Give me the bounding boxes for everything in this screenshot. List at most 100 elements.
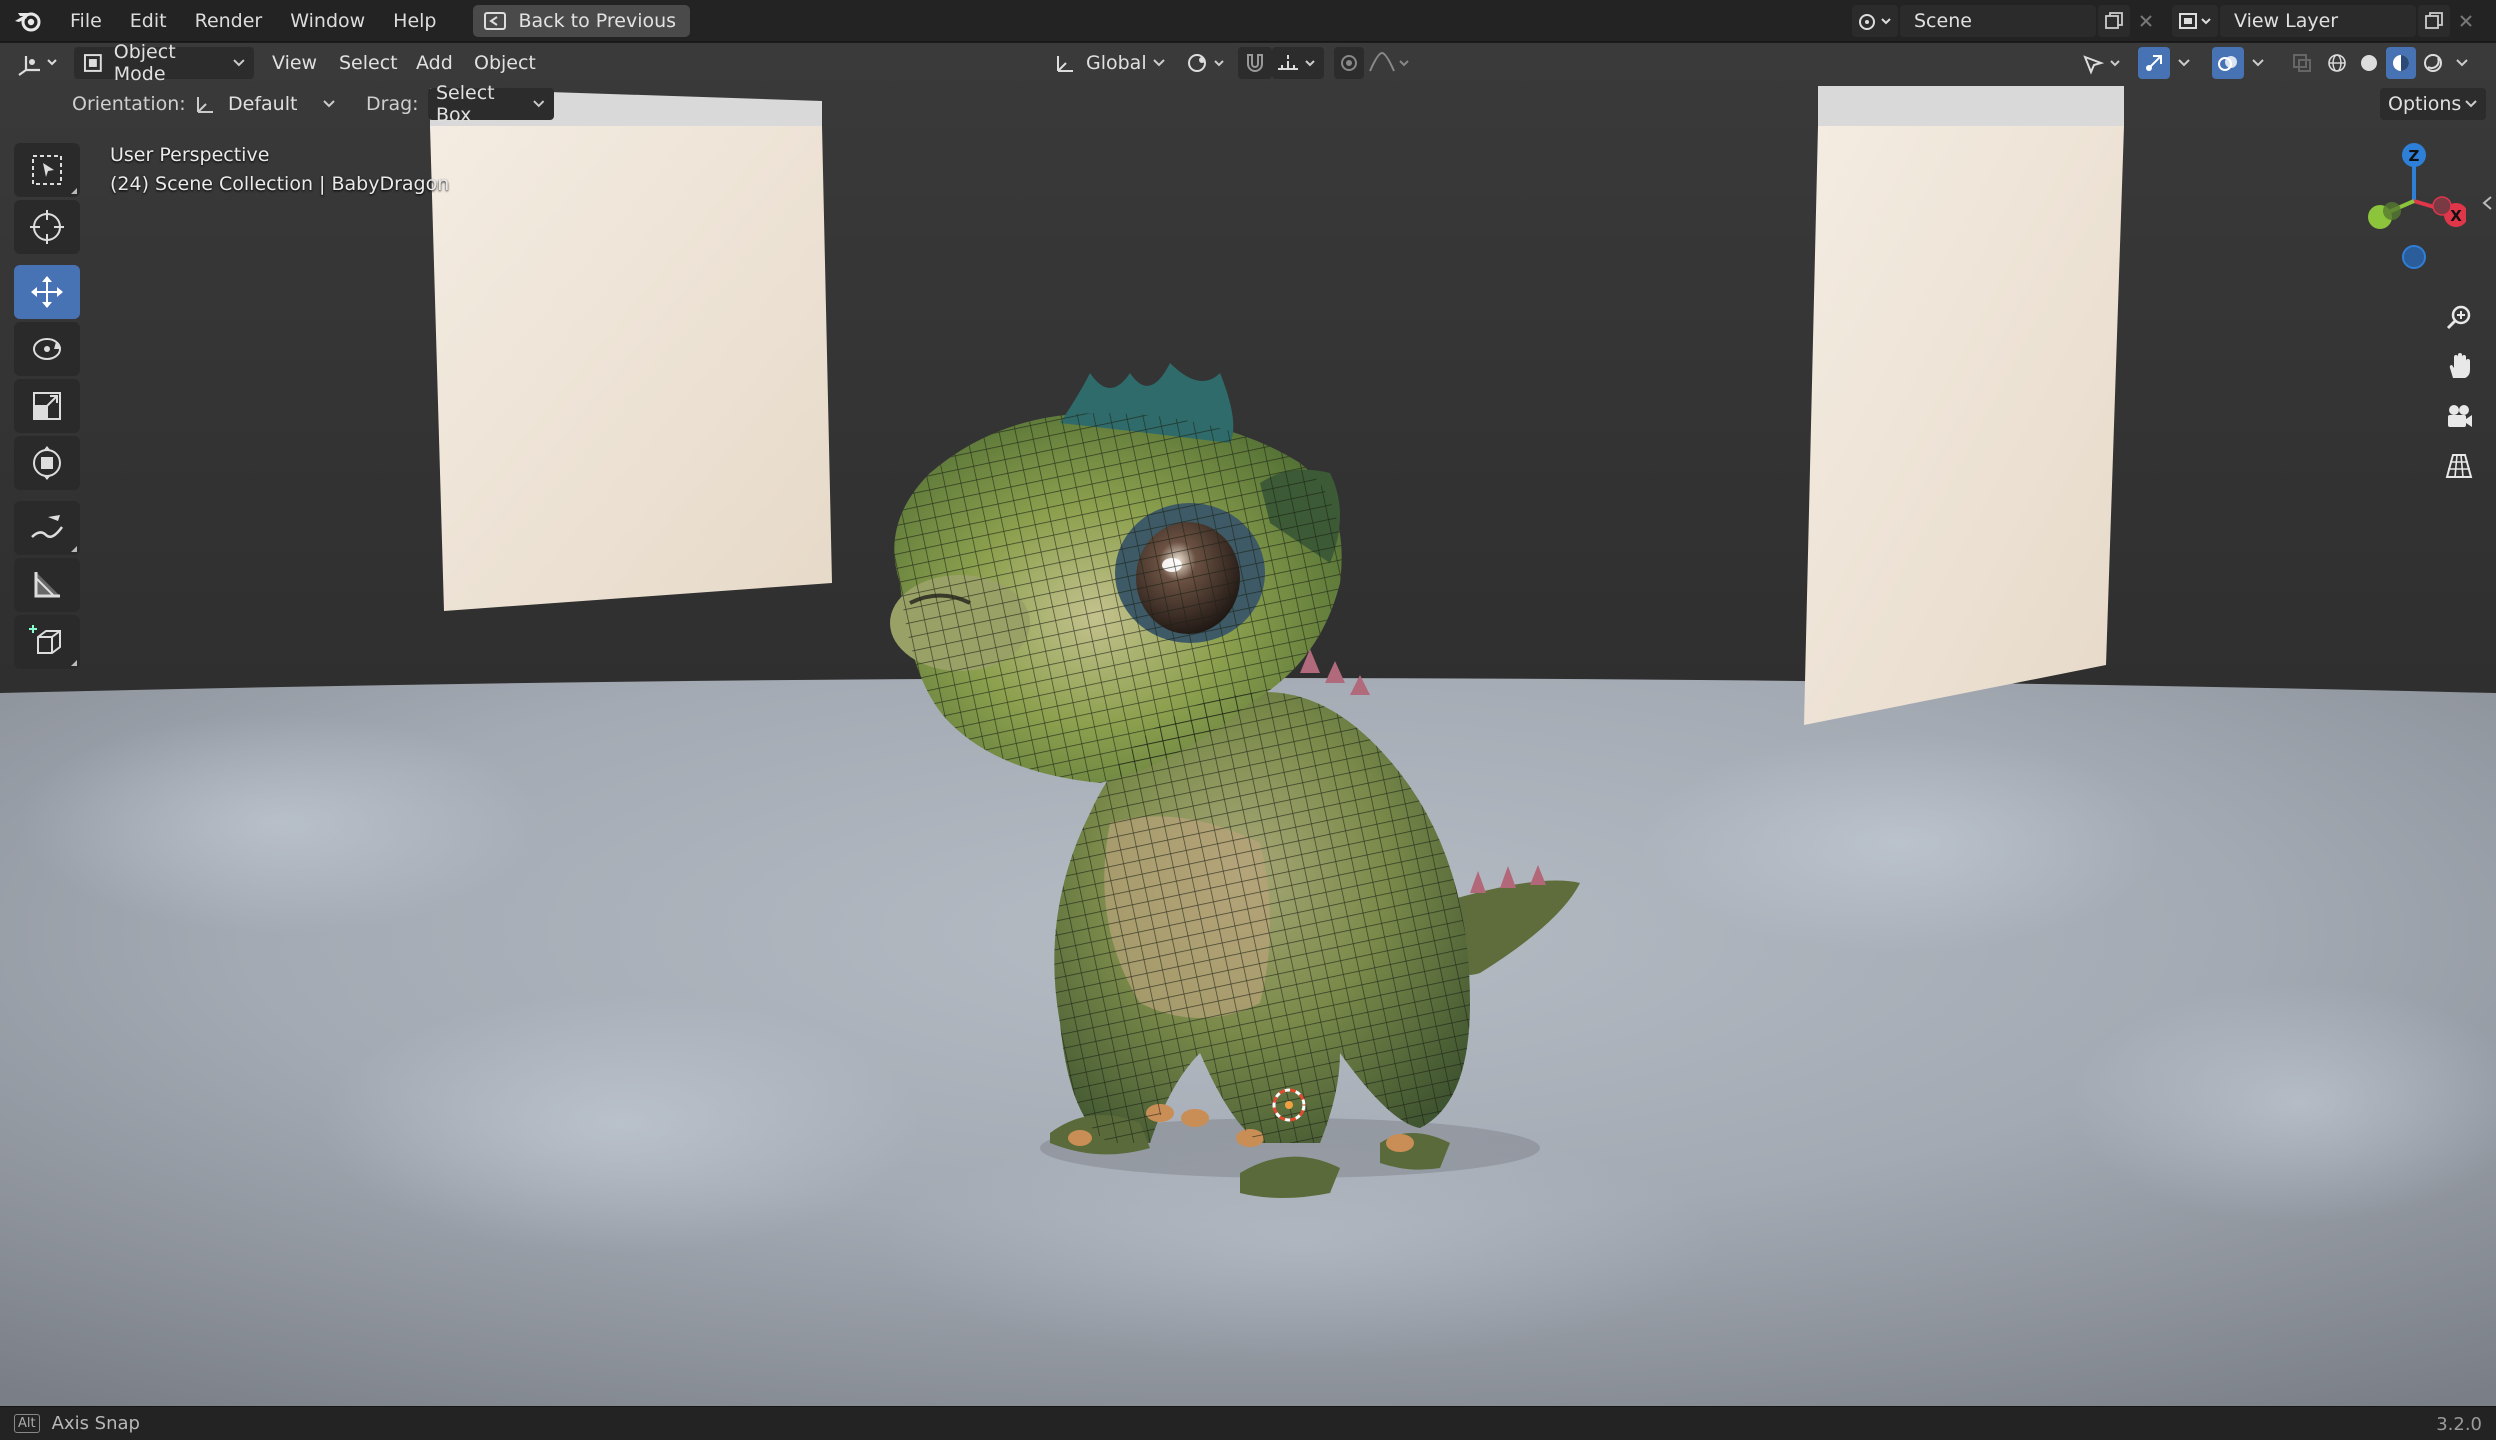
delete-view-layer-button[interactable] (2452, 5, 2480, 37)
chevron-down-icon (533, 100, 545, 108)
alt-key-badge: Alt (14, 1414, 40, 1433)
menu-render[interactable]: Render (181, 0, 277, 42)
tool-rotate[interactable] (14, 322, 80, 376)
status-bar: Alt Axis Snap 3.2.0 (0, 1406, 2496, 1440)
view-name: User Perspective (110, 144, 270, 166)
tool-move[interactable] (14, 265, 80, 319)
scene-browser-button[interactable] (1852, 5, 1898, 37)
cursor-arrow-icon (2083, 55, 2120, 75)
pivot-point-dropdown[interactable] (1184, 47, 1230, 79)
object-mode-dropdown[interactable]: Object Mode (74, 43, 254, 85)
delete-scene-button[interactable] (2132, 5, 2160, 37)
zoom-magnifier-icon (2446, 305, 2471, 330)
tool-scale[interactable] (14, 379, 80, 433)
tool-cursor[interactable] (14, 200, 80, 254)
chevron-down-icon (2465, 100, 2477, 108)
menu-add[interactable]: Add (416, 52, 453, 74)
tool-add-cube[interactable] (14, 615, 80, 669)
shading-material-button[interactable] (2386, 47, 2416, 79)
scene-icon (1859, 14, 1891, 30)
tool-select-box[interactable] (14, 143, 80, 197)
orientation-axes-icon (197, 97, 213, 113)
editor-type-button[interactable] (14, 47, 66, 79)
zoom-button[interactable] (2438, 297, 2480, 339)
gizmo-options-dropdown[interactable] (2172, 47, 2196, 79)
drag-dropdown[interactable]: Select Box (428, 82, 554, 126)
sidebar-toggle-icon[interactable] (2480, 193, 2494, 213)
material-sphere-icon (2393, 55, 2409, 71)
close-icon (2460, 15, 2472, 27)
shading-wireframe-button[interactable] (2322, 47, 2352, 79)
blender-logo-icon[interactable] (0, 0, 56, 42)
3d-axes-icon (18, 56, 57, 76)
viewport-info-overlay: User Perspective (24) Scene Collection |… (110, 141, 449, 199)
chevron-down-icon (323, 100, 335, 108)
object-mode-icon (83, 54, 102, 72)
tool-transform[interactable] (14, 436, 80, 490)
menu-file[interactable]: File (56, 0, 116, 42)
scale-icon (33, 392, 61, 420)
shading-rendered-button[interactable] (2418, 47, 2448, 79)
3d-viewport[interactable]: Object Mode View Select Add Object Globa… (0, 43, 2496, 1406)
ortho-perspective-toggle[interactable] (2438, 445, 2480, 487)
viewport-scene (0, 43, 2496, 1406)
xray-icon (2293, 54, 2311, 72)
left-toolbar (14, 143, 82, 672)
z-axis-label: Z (2409, 147, 2420, 165)
overlay-options-dropdown[interactable] (2246, 47, 2270, 79)
orientation-dropdown[interactable]: Default (184, 88, 344, 120)
annotate-pencil-icon (31, 515, 64, 538)
menu-window[interactable]: Window (276, 0, 379, 42)
snap-target-dropdown[interactable] (1272, 47, 1324, 79)
scene-name: Scene (1914, 10, 1972, 32)
camera-view-button[interactable] (2438, 395, 2480, 437)
duplicate-icon (2425, 12, 2443, 29)
menu-object[interactable]: Object (474, 52, 536, 74)
new-scene-button[interactable] (2098, 5, 2130, 37)
shading-options-dropdown[interactable] (2450, 47, 2474, 79)
version-label: 3.2.0 (2436, 1414, 2482, 1435)
menu-help[interactable]: Help (379, 0, 450, 42)
view-layer-name: View Layer (2234, 10, 2339, 32)
xray-toggle[interactable] (2286, 47, 2318, 79)
drag-value: Select Box (436, 82, 495, 126)
transform-icon (33, 446, 61, 480)
show-gizmo-toggle[interactable] (2138, 47, 2170, 79)
selectability-visibility-dropdown[interactable] (2080, 47, 2130, 79)
proportional-falloff-dropdown[interactable] (1366, 47, 1418, 79)
options-dropdown[interactable]: Options (2380, 88, 2486, 120)
transform-orientation-label: Global (1086, 52, 1147, 74)
view-layer-browser-button[interactable] (2172, 5, 2218, 37)
snap-increment-icon (1278, 55, 1315, 70)
falloff-curve-icon (1369, 51, 1409, 72)
view-layer-icon (2179, 13, 2211, 29)
back-to-previous-button[interactable]: Back to Previous (472, 4, 691, 37)
menu-select[interactable]: Select (339, 52, 398, 74)
chevron-down-icon (2178, 59, 2190, 67)
neg-x-axis-handle (2432, 196, 2452, 216)
back-screen-icon (483, 11, 506, 30)
new-view-layer-button[interactable] (2418, 5, 2450, 37)
proportional-editing-icon (1341, 55, 1357, 71)
chevron-down-icon (2252, 59, 2264, 67)
shading-solid-button[interactable] (2354, 47, 2384, 79)
orientation-label: Orientation: (72, 93, 186, 115)
show-overlays-toggle[interactable] (2212, 47, 2244, 79)
hand-icon (2449, 353, 2470, 378)
tool-measure[interactable] (14, 558, 80, 612)
view-layer-field[interactable]: View Layer (2220, 5, 2416, 37)
pan-button[interactable] (2438, 345, 2480, 387)
menu-view[interactable]: View (272, 52, 317, 74)
measure-ruler-icon (34, 572, 60, 598)
transform-orientation-dropdown[interactable]: Global (1044, 47, 1174, 79)
tool-annotate[interactable] (14, 501, 80, 555)
snap-toggle[interactable] (1238, 47, 1272, 79)
cursor-crosshair-icon (30, 210, 64, 244)
duplicate-icon (2105, 12, 2123, 29)
camera-icon (2448, 405, 2472, 427)
scene-name-field[interactable]: Scene (1900, 5, 2096, 37)
navigation-gizmo[interactable]: Z X (2356, 141, 2466, 271)
menu-edit[interactable]: Edit (116, 0, 181, 42)
proportional-editing-toggle[interactable] (1334, 47, 1364, 79)
viewport-header: Object Mode View Select Add Object Globa… (0, 43, 2496, 85)
